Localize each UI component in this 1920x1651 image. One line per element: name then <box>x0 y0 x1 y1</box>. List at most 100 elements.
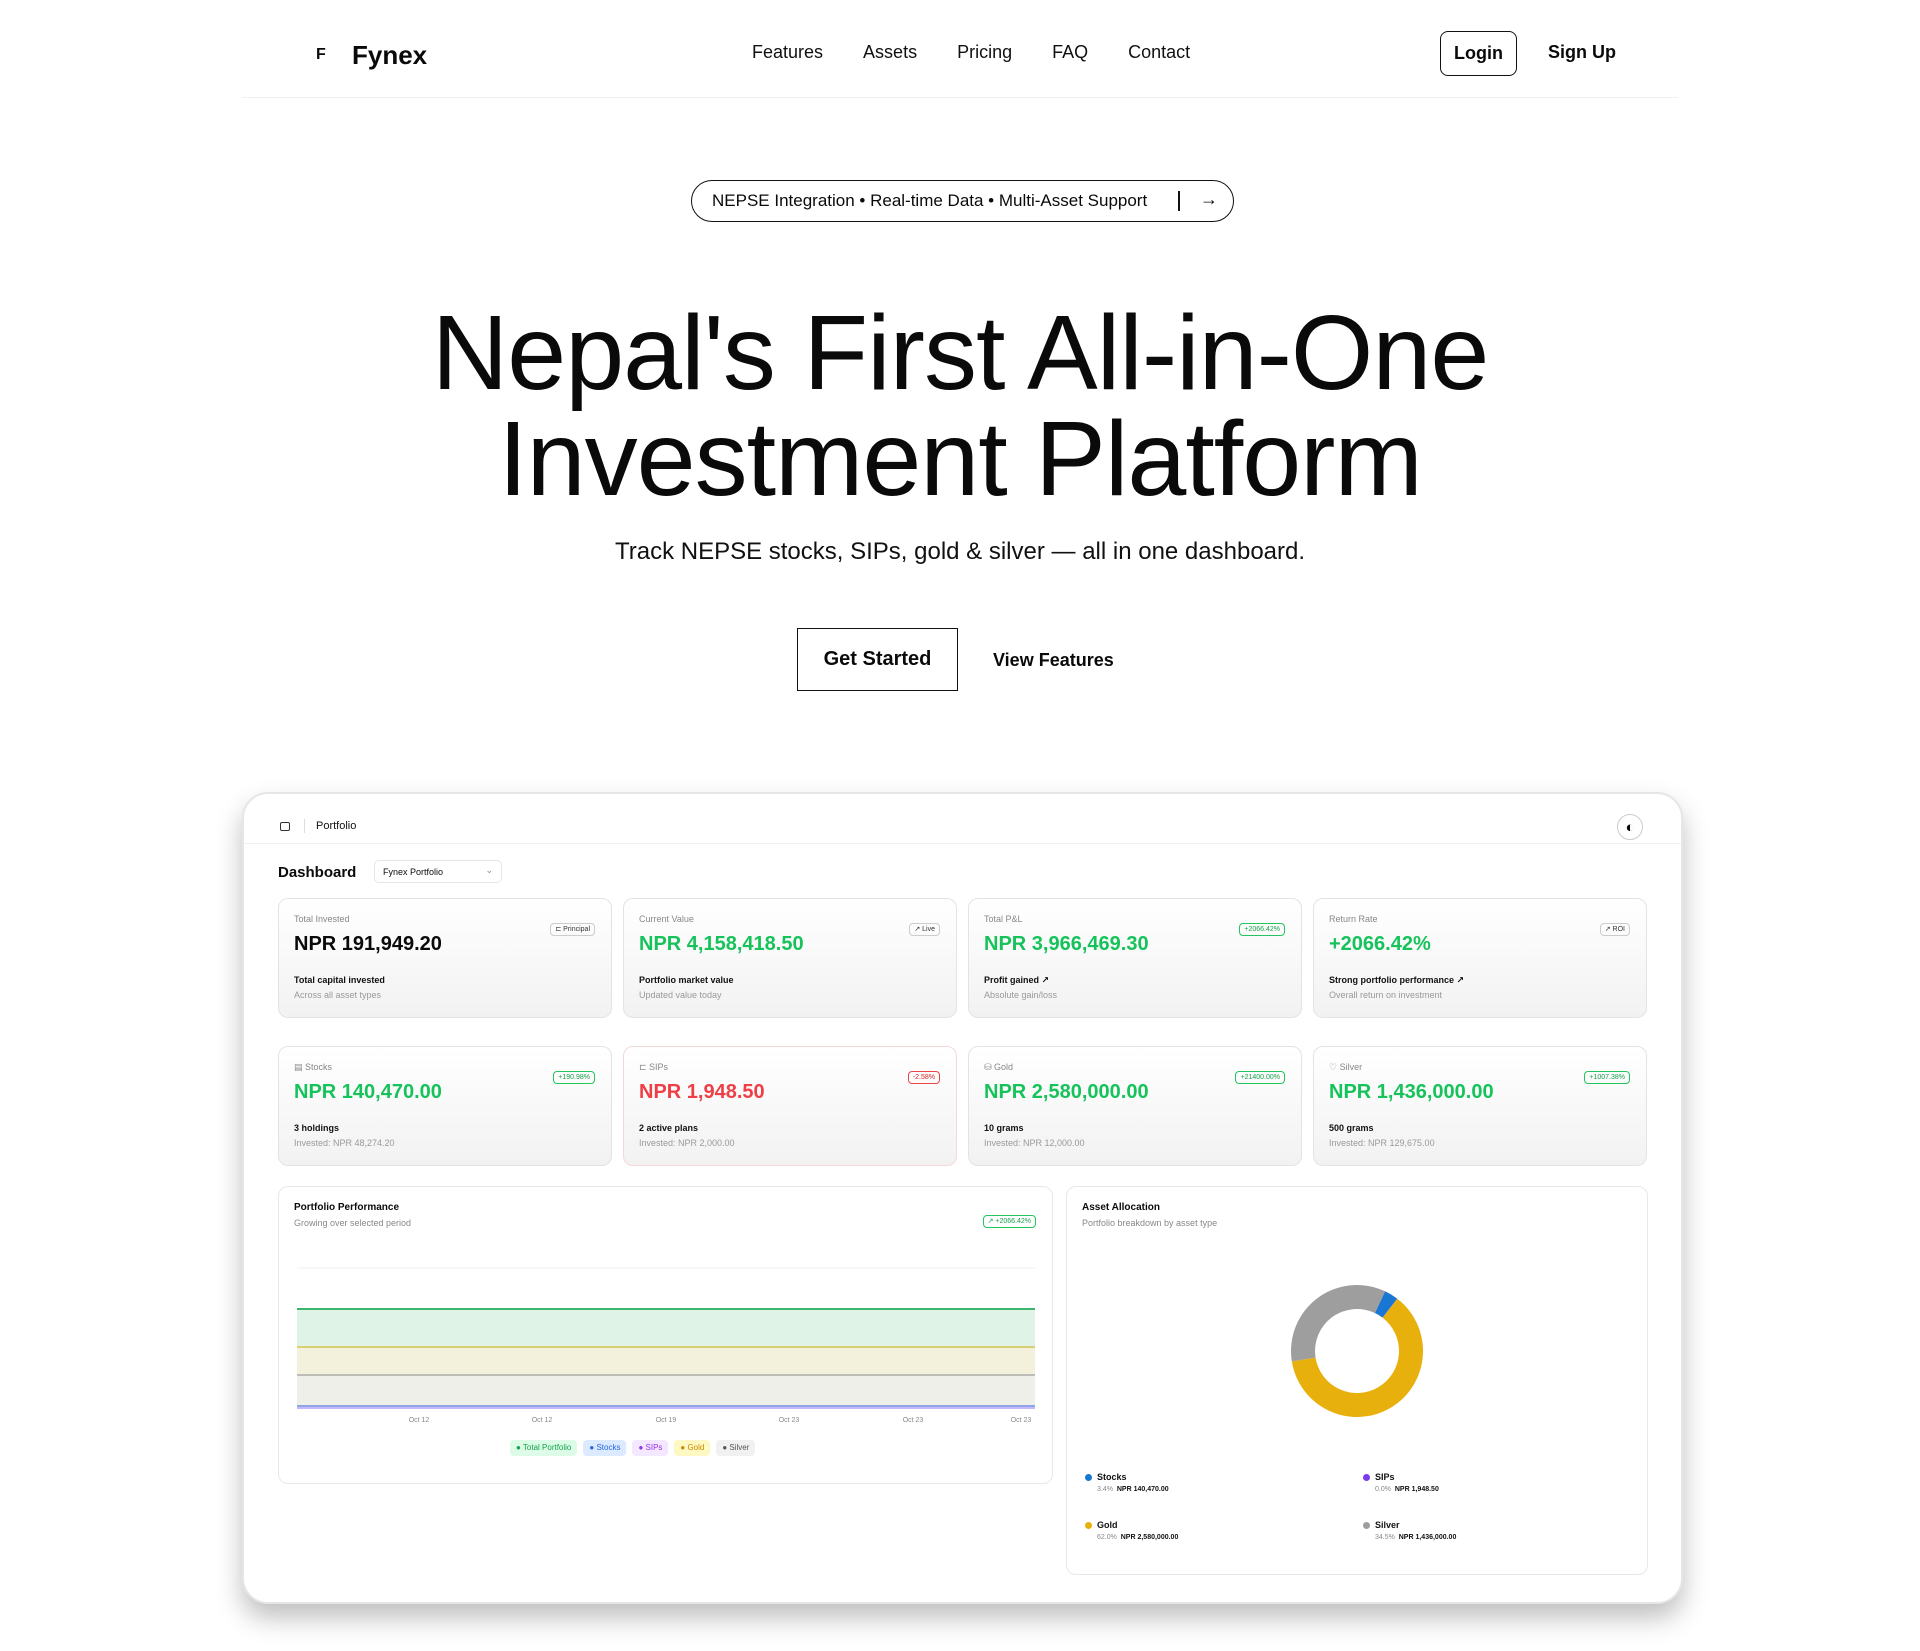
hero-title-line-1: Nepal's First All-in-One <box>431 294 1490 412</box>
card-note: Invested: NPR 48,274.20 <box>294 1138 395 1148</box>
legend-gold[interactable]: ● Gold <box>674 1440 711 1456</box>
asset-allocation-panel: Asset Allocation Portfolio breakdown by … <box>1066 1186 1648 1575</box>
view-features-button[interactable]: View Features <box>993 650 1114 671</box>
pill-divider <box>1178 191 1180 211</box>
card-badge: -2.58% <box>907 1071 940 1084</box>
card-caption: Total capital invested <box>294 975 385 985</box>
allocation-item-silver: Silver 34.5% NPR 1,436,000.00 <box>1363 1520 1456 1541</box>
chevron-down-icon: ⌄ <box>485 865 493 875</box>
signup-button[interactable]: Sign Up <box>1548 42 1616 63</box>
card-caption: Profit gained ↗ <box>984 975 1050 985</box>
logo-text[interactable]: Fynex <box>352 40 427 71</box>
donut-slice-silver[interactable] <box>1291 1285 1386 1362</box>
dashboard-title: Dashboard <box>278 864 357 881</box>
card-label: ▤ Stocks <box>294 1062 333 1072</box>
nav-link-faq[interactable]: FAQ <box>1052 42 1088 63</box>
card-caption: 500 grams <box>1329 1123 1374 1133</box>
nav-link-pricing[interactable]: Pricing <box>957 42 1012 63</box>
card-label: ⊏ SIPs <box>639 1062 669 1072</box>
legend-dot <box>1363 1522 1370 1530</box>
topbar-divider <box>304 819 305 833</box>
hero-title: Nepal's First All-in-One Investment Plat… <box>0 300 1920 512</box>
allocation-name: SIPs <box>1375 1472 1395 1482</box>
theme-toggle-icon[interactable]: ◐ <box>1617 814 1643 840</box>
allocation-detail: 3.4% NPR 140,470.00 <box>1085 1486 1169 1493</box>
allocation-pct: 0.0% <box>1375 1486 1391 1493</box>
asset-card-sips: ⊏ SIPs NPR 1,948.50 -2.58% 2 active plan… <box>623 1046 957 1166</box>
allocation-amount: NPR 1,948.50 <box>1394 1486 1439 1493</box>
card-note: Invested: NPR 2,000.00 <box>639 1138 735 1148</box>
summary-card-current-value: Current Value NPR 4,158,418.50 ↗ Live Po… <box>623 898 957 1018</box>
legend-silver[interactable]: ● Silver <box>716 1440 756 1456</box>
card-note: Across all asset types <box>294 990 382 1000</box>
summary-card-total-invested: Total Invested NPR 191,949.20 ⊏ Principa… <box>278 898 612 1018</box>
allocation-amount: NPR 140,470.00 <box>1116 1486 1169 1493</box>
dashboard-topbar: Portfolio ◐ <box>244 794 1681 844</box>
asset-card-gold: ⛁ Gold NPR 2,580,000.00 +21400.00% 10 gr… <box>968 1046 1302 1166</box>
allocation-pct: 34.5% <box>1375 1534 1395 1541</box>
total-portfolio-area <box>297 1309 1035 1347</box>
get-started-button[interactable]: Get Started <box>797 628 958 691</box>
card-note: Invested: NPR 129,675.00 <box>1329 1138 1435 1148</box>
portfolio-select[interactable]: Fynex Portfolio ⌄ <box>374 860 502 883</box>
allocation-item-gold: Gold 62.0% NPR 2,580,000.00 <box>1085 1520 1178 1541</box>
asset-card-silver: ♡ Silver NPR 1,436,000.00 +1007.38% 500 … <box>1313 1046 1647 1166</box>
x-tick: Oct 23 <box>903 1417 924 1424</box>
legend-total-portfolio[interactable]: ● Total Portfolio <box>510 1440 578 1456</box>
allocation-detail: 62.0% NPR 2,580,000.00 <box>1085 1534 1178 1541</box>
card-note: Absolute gain/loss <box>984 990 1058 1000</box>
card-label: Return Rate <box>1329 914 1378 924</box>
x-tick: Oct 12 <box>409 1417 430 1424</box>
card-label: Current Value <box>639 914 694 924</box>
card-value: NPR 3,966,469.30 <box>984 933 1149 955</box>
allocation-amount: NPR 2,580,000.00 <box>1120 1534 1179 1541</box>
silver-area <box>297 1375 1035 1407</box>
allocation-pct: 62.0% <box>1097 1534 1117 1541</box>
legend-dot <box>1085 1522 1092 1530</box>
legend-dot <box>1085 1474 1092 1482</box>
allocation-amount: NPR 1,436,000.00 <box>1398 1534 1457 1541</box>
portfolio-performance-panel: Portfolio Performance Growing over selec… <box>278 1186 1053 1484</box>
sidebar-toggle-icon[interactable] <box>280 822 290 831</box>
panel-title: Asset Allocation <box>1082 1202 1160 1213</box>
dashboard-preview: Portfolio ◐ Dashboard Fynex Portfolio ⌄ … <box>242 792 1683 1604</box>
card-caption: 10 grams <box>984 1123 1024 1133</box>
card-value: NPR 140,470.00 <box>294 1081 442 1103</box>
card-label: ♡ Silver <box>1329 1062 1363 1072</box>
feature-pill[interactable]: NEPSE Integration • Real-time Data • Mul… <box>691 180 1234 222</box>
card-badge: ↗ Live <box>909 923 940 936</box>
allocation-pct: 3.4% <box>1097 1486 1113 1493</box>
card-value: NPR 1,948.50 <box>639 1081 765 1103</box>
nav-link-contact[interactable]: Contact <box>1128 42 1190 63</box>
card-value: NPR 4,158,418.50 <box>639 933 804 955</box>
logo-mark[interactable]: F <box>316 46 326 64</box>
card-value: NPR 1,436,000.00 <box>1329 1081 1494 1103</box>
allocation-name: Stocks <box>1097 1472 1127 1482</box>
card-badge: +190.98% <box>553 1071 595 1084</box>
allocation-detail: 34.5% NPR 1,436,000.00 <box>1363 1534 1456 1541</box>
hero-title-line-2: Investment Platform <box>498 400 1423 518</box>
gold-area <box>297 1347 1035 1375</box>
nav-link-assets[interactable]: Assets <box>863 42 917 63</box>
summary-card-total-pnl: Total P&L NPR 3,966,469.30 +2066.42% Pro… <box>968 898 1302 1018</box>
legend-stocks[interactable]: ● Stocks <box>583 1440 627 1456</box>
card-caption: Strong portfolio performance ↗ <box>1329 975 1465 985</box>
legend-sips[interactable]: ● SIPs <box>632 1440 669 1456</box>
asset-card-stocks: ▤ Stocks NPR 140,470.00 +190.98% 3 holdi… <box>278 1046 612 1166</box>
card-caption: 3 holdings <box>294 1123 339 1133</box>
card-value: NPR 191,949.20 <box>294 933 442 955</box>
allocation-detail: 0.0% NPR 1,948.50 <box>1363 1486 1439 1493</box>
card-caption: Portfolio market value <box>639 975 734 985</box>
card-note: Invested: NPR 12,000.00 <box>984 1138 1085 1148</box>
x-tick: Oct 19 <box>656 1417 677 1424</box>
card-badge: +21400.00% <box>1235 1071 1285 1084</box>
login-button[interactable]: Login <box>1440 31 1517 76</box>
hero-subtitle: Track NEPSE stocks, SIPs, gold & silver … <box>614 538 1306 565</box>
card-badge: ↗ ROI <box>1599 923 1630 936</box>
nav-link-features[interactable]: Features <box>752 42 823 63</box>
breadcrumb[interactable]: Portfolio <box>316 820 356 832</box>
card-label: Total P&L <box>984 914 1023 924</box>
card-caption: 2 active plans <box>639 1123 699 1133</box>
allocation-donut-chart <box>1291 1285 1423 1417</box>
card-label: ⛁ Gold <box>984 1062 1014 1072</box>
